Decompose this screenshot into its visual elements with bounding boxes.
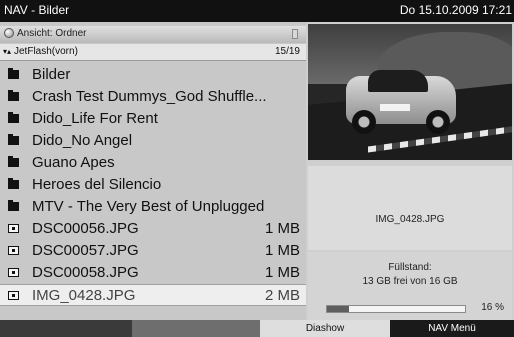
folder-up-icon[interactable]: ▾▴ (3, 47, 11, 56)
nav-screen: NAV - Bilder Do 15.10.2009 17:21 Ansicht… (0, 0, 514, 337)
list-item-crash-test-dummys[interactable]: Crash Test Dummys_God Shuffle... (0, 86, 306, 108)
list-item-dsc00058[interactable]: DSC00058.JPG 1 MB (0, 262, 306, 284)
list-item-guano-apes[interactable]: Guano Apes (0, 152, 306, 174)
red-function-key[interactable] (0, 320, 132, 337)
item-name: Dido_Life For Rent (32, 110, 158, 127)
nav-menu-label: NAV Menü (428, 323, 476, 334)
item-name: DSC00057.JPG (32, 242, 139, 259)
storage-progress-fill (327, 306, 350, 312)
function-key-bar: Diashow NAV Menü (0, 320, 514, 337)
green-function-key[interactable] (132, 320, 260, 337)
item-name: MTV - The Very Best of Unplugged (32, 198, 265, 215)
image-file-icon (8, 246, 19, 255)
list-item-mtv-unplugged[interactable]: MTV - The Very Best of Unplugged (0, 196, 306, 218)
list-item-dido-life-for-rent[interactable]: Dido_Life For Rent (0, 108, 306, 130)
item-name: Dido_No Angel (32, 132, 133, 149)
image-file-icon (8, 268, 19, 277)
preview-filename-box: IMG_0428.JPG (308, 166, 512, 250)
item-name: DSC00056.JPG (32, 220, 139, 237)
view-mode-label: Ansicht: Ordner (17, 28, 87, 39)
folder-icon (8, 156, 19, 167)
folder-icon (8, 68, 19, 79)
item-size: 1 MB (264, 264, 300, 281)
path-bar[interactable]: ▾▴ JetFlash(vorn) 15/19 (0, 44, 306, 61)
diashow-label: Diashow (305, 323, 345, 334)
scroll-indicator-icon (292, 29, 298, 39)
storage-status: Füllstand: 13 GB frei von 16 GB 16 % (308, 252, 512, 320)
folder-icon (8, 200, 19, 211)
folder-icon (8, 178, 19, 189)
diashow-button[interactable]: Diashow (260, 320, 390, 337)
folder-icon (8, 112, 19, 123)
list-item-dsc00056[interactable]: DSC00056.JPG 1 MB (0, 218, 306, 240)
item-name: Bilder (32, 66, 71, 83)
item-size: 1 MB (264, 220, 300, 237)
item-name: Guano Apes (32, 154, 115, 171)
item-position: 15/19 (274, 46, 300, 57)
item-size: 2 MB (264, 287, 300, 304)
item-name: IMG_0428.JPG (32, 287, 136, 304)
image-file-icon (8, 291, 19, 300)
image-preview (308, 24, 512, 160)
window-title: NAV - Bilder (4, 3, 70, 17)
storage-free-text: 13 GB frei von 16 GB (362, 276, 458, 287)
preview-panel: IMG_0428.JPG Füllstand: 13 GB frei von 1… (306, 22, 514, 320)
nav-menu-button[interactable]: NAV Menü (390, 320, 514, 337)
folder-icon (8, 134, 19, 145)
item-size: 1 MB (264, 242, 300, 259)
disc-icon (4, 28, 14, 38)
current-path: JetFlash(vorn) (14, 46, 78, 57)
storage-percent: 16 % (481, 302, 504, 313)
item-name: Heroes del Silencio (32, 176, 162, 193)
preview-filename: IMG_0428.JPG (375, 214, 445, 225)
list-item-dsc00057[interactable]: DSC00057.JPG 1 MB (0, 240, 306, 262)
image-file-icon (8, 224, 19, 233)
item-name: DSC00058.JPG (32, 264, 139, 281)
folder-icon (8, 90, 19, 101)
list-item-dido-no-angel[interactable]: Dido_No Angel (0, 130, 306, 152)
list-item-bilder[interactable]: Bilder (0, 64, 306, 86)
clock-datetime: Do 15.10.2009 17:21 (399, 3, 512, 17)
title-bar: NAV - Bilder Do 15.10.2009 17:21 (0, 0, 514, 22)
file-browser-panel: Ansicht: Ordner ▾▴ JetFlash(vorn) 15/19 … (0, 22, 306, 320)
item-name: Crash Test Dummys_God Shuffle... (32, 88, 267, 105)
storage-label: Füllstand: (388, 262, 432, 273)
list-item-img-0428-selected[interactable]: IMG_0428.JPG 2 MB (0, 284, 306, 306)
view-mode-bar[interactable]: Ansicht: Ordner (0, 26, 306, 43)
list-item-heroes-del-silencio[interactable]: Heroes del Silencio (0, 174, 306, 196)
storage-progress-bar (326, 305, 466, 313)
